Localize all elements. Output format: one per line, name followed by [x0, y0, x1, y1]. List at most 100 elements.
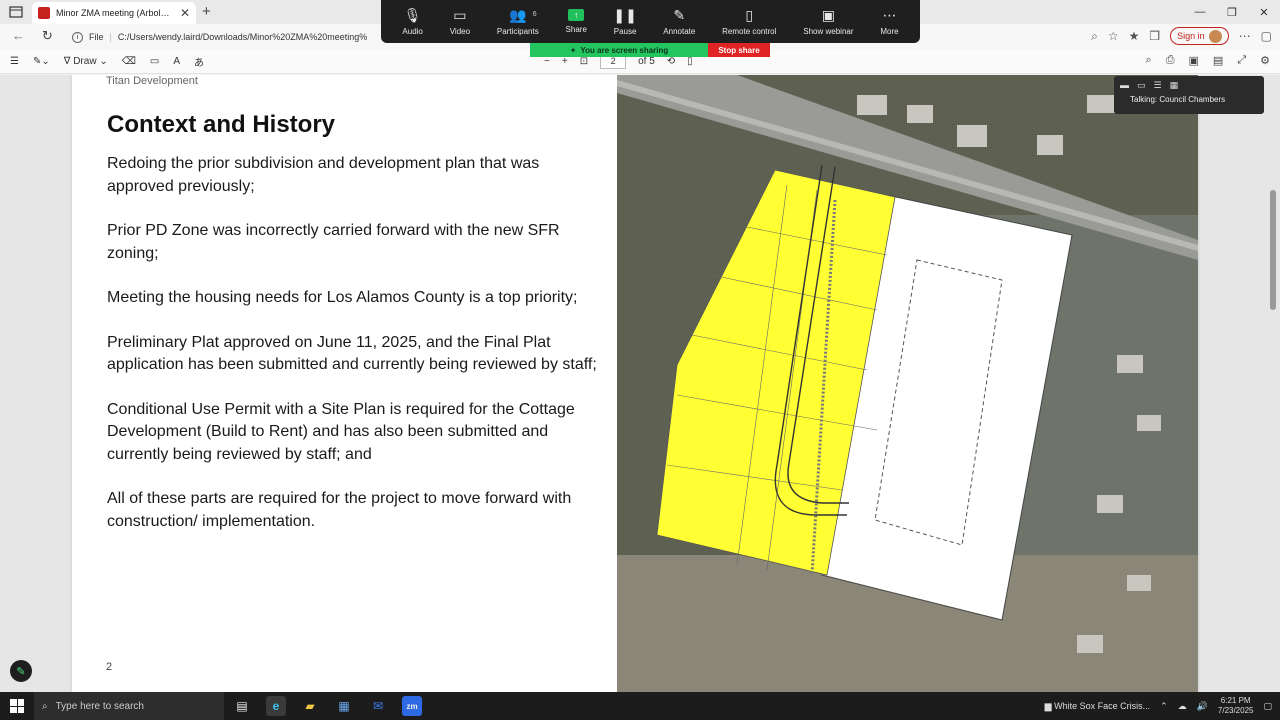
fullscreen-icon[interactable]: ⤢ — [1237, 54, 1246, 67]
search-icon: ⌕ — [42, 700, 48, 712]
annotate-button[interactable]: ✎ Annotate — [663, 7, 695, 37]
company-name: Titan Development — [106, 75, 198, 87]
notifications-icon[interactable]: ▢ — [1263, 701, 1272, 712]
bullet-item: Conditional Use Permit with a Site Plan … — [107, 400, 575, 463]
pdf-viewer[interactable]: Titan Development Context and History Re… — [0, 75, 1280, 692]
search-placeholder: Type here to search — [55, 700, 144, 712]
participants-icon: 👥 — [509, 6, 527, 23]
clock[interactable]: 6:21 PM 7/23/2025 — [1218, 696, 1254, 716]
network-icon[interactable]: ☁ — [1178, 701, 1187, 712]
zoom-in-icon[interactable]: + — [562, 56, 568, 67]
participants-button[interactable]: 6 👥 Participants — [497, 6, 539, 37]
bullet-item: Prior PD Zone was incorrectly carried fo… — [107, 222, 560, 262]
print-icon[interactable]: ⎙ — [1166, 54, 1175, 67]
translate-icon[interactable]: あ — [194, 54, 204, 69]
speaker-view-icon[interactable]: ▭ — [1137, 80, 1146, 91]
show-webinar-button[interactable]: ▣ Show webinar — [803, 6, 853, 37]
zoom-app-icon[interactable]: zm — [402, 696, 422, 716]
share-screen-icon: ↑ — [568, 9, 585, 21]
eraser-icon[interactable]: ⌫ — [122, 56, 136, 67]
contents-icon[interactable]: ☰ — [10, 56, 19, 67]
favorite-star-icon[interactable]: ☆ — [1108, 29, 1119, 43]
highlight-icon[interactable]: ✎⌄ — [33, 56, 50, 67]
start-button[interactable] — [10, 699, 24, 713]
strip-view-icon[interactable]: ☰ — [1154, 80, 1162, 91]
info-icon[interactable]: i — [72, 31, 83, 43]
page-total: of 5 — [638, 56, 655, 67]
fit-page-icon[interactable]: ⊡ — [580, 56, 588, 67]
microphone-icon: 🎙 — [403, 6, 422, 23]
sign-in-button[interactable]: Sign in — [1170, 27, 1229, 45]
minimize-icon[interactable]: — — [1184, 0, 1216, 24]
minimize-panel-icon[interactable]: ▬ — [1120, 80, 1129, 91]
slide-title: Context and History — [107, 111, 336, 138]
file-explorer-icon[interactable]: ▰ — [300, 696, 320, 716]
edge-browser-icon[interactable]: e — [266, 696, 286, 716]
zoom-out-icon[interactable]: − — [544, 56, 550, 67]
new-tab-icon[interactable]: + — [202, 3, 211, 20]
screen-sharing-banner: ✦ You are screen sharing Stop share — [530, 43, 770, 57]
volume-icon[interactable]: 🔊 — [1197, 701, 1208, 712]
taskbar-search[interactable]: ⌕ Type here to search — [34, 692, 224, 720]
search-icon[interactable]: ⌕ — [1146, 54, 1152, 67]
url-field[interactable]: i File | C:/Users/wendy.laird/Downloads/… — [72, 27, 392, 47]
zoom-icon[interactable]: ⌕ — [1091, 29, 1098, 44]
settings-gear-icon[interactable]: ⚙ — [1260, 54, 1270, 67]
draw-button[interactable]: ∇ Draw ⌄ — [64, 56, 108, 67]
windows-taskbar: ⌕ Type here to search ▤ e ▰ ▦ ✉ zm ▆ Whi… — [0, 692, 1280, 720]
close-window-icon[interactable]: ✕ — [1248, 0, 1280, 24]
read-aloud-icon[interactable]: A — [173, 56, 180, 67]
pause-icon: ❚❚ — [613, 6, 637, 23]
participants-count: 6 — [532, 11, 537, 18]
collections-icon[interactable]: ❒ — [1149, 29, 1160, 43]
video-button[interactable]: ▭ Video — [450, 7, 470, 37]
stop-share-button[interactable]: Stop share — [708, 43, 770, 57]
zoom-meeting-toolbar: 🎙 Audio ▭ Video 6 👥 Participants ↑ Share… — [381, 0, 920, 43]
remote-control-button[interactable]: ▯ Remote control — [722, 7, 776, 37]
back-icon[interactable]: ← — [12, 28, 25, 43]
store-icon[interactable]: ▦ — [334, 696, 354, 716]
vertical-scrollbar[interactable] — [1268, 75, 1278, 692]
window-menu-icon[interactable] — [8, 4, 24, 20]
gallery-view-icon[interactable]: ▦ — [1170, 80, 1179, 91]
share-button[interactable]: ↑ Share — [566, 9, 587, 34]
page-view-icon[interactable]: ▯ — [687, 56, 693, 67]
zoom-talking-panel[interactable]: ▬ ▭ ☰ ▦ Talking: Council Chambers — [1114, 76, 1264, 114]
pdf-file-icon — [38, 7, 50, 19]
refresh-icon[interactable]: ↻ — [42, 28, 53, 44]
scrollbar-thumb[interactable] — [1270, 190, 1276, 310]
save-as-icon[interactable]: ▤ — [1213, 54, 1223, 67]
audio-button[interactable]: 🎙 Audio — [402, 6, 422, 37]
text-box-icon[interactable]: ▭ — [150, 56, 159, 67]
address-bar-actions: ⌕ ☆ ★ ❒ Sign in ⋯ ▢ — [1091, 27, 1272, 45]
sharing-status[interactable]: ✦ You are screen sharing — [530, 43, 708, 57]
flag-icon: ▆ — [1044, 700, 1052, 711]
maximize-icon[interactable]: ❐ — [1216, 0, 1248, 24]
save-icon[interactable]: ▣ — [1189, 54, 1199, 67]
favorites-icon[interactable]: ★ — [1129, 29, 1140, 43]
pin-icon: ✦ — [569, 45, 577, 55]
task-view-icon[interactable]: ▤ — [232, 696, 252, 716]
more-button[interactable]: ⋯ More — [880, 7, 898, 37]
news-widget[interactable]: ▆ White Sox Face Crisis... — [1045, 701, 1150, 712]
close-tab-icon[interactable]: ✕ — [180, 6, 190, 20]
annotate-pencil-icon[interactable]: ✎ — [10, 660, 32, 682]
site-plan-drawing — [617, 75, 1198, 692]
talking-indicator: Talking: Council Chambers — [1130, 95, 1226, 104]
pdf-page: Titan Development Context and History Re… — [72, 75, 1198, 692]
bullet-item: Preliminary Plat approved on June 11, 20… — [107, 333, 597, 374]
avatar — [1208, 29, 1222, 43]
show-hidden-icons-icon[interactable]: ⌃ — [1160, 701, 1168, 712]
sidebar-icon[interactable]: ▢ — [1261, 29, 1272, 43]
system-tray: ▆ White Sox Face Crisis... ⌃ ☁ 🔊 6:21 PM… — [1045, 692, 1272, 720]
taskbar-apps: ▤ e ▰ ▦ ✉ zm — [232, 696, 422, 716]
mail-icon[interactable]: ✉ — [368, 696, 388, 716]
more-menu-icon[interactable]: ⋯ — [1239, 29, 1251, 43]
url-text: C:/Users/wendy.laird/Downloads/Minor%20Z… — [117, 32, 368, 42]
rotate-icon[interactable]: ⟲ — [667, 56, 675, 67]
site-plan-map-image — [617, 75, 1198, 692]
pause-button[interactable]: ❚❚ Pause — [613, 6, 637, 37]
browser-tab[interactable]: Minor ZMA meeting (Arbolada) 2 ✕ — [32, 2, 196, 24]
webinar-icon: ▣ — [821, 6, 835, 23]
slide-bullets: Redoing the prior subdivision and develo… — [107, 153, 607, 555]
